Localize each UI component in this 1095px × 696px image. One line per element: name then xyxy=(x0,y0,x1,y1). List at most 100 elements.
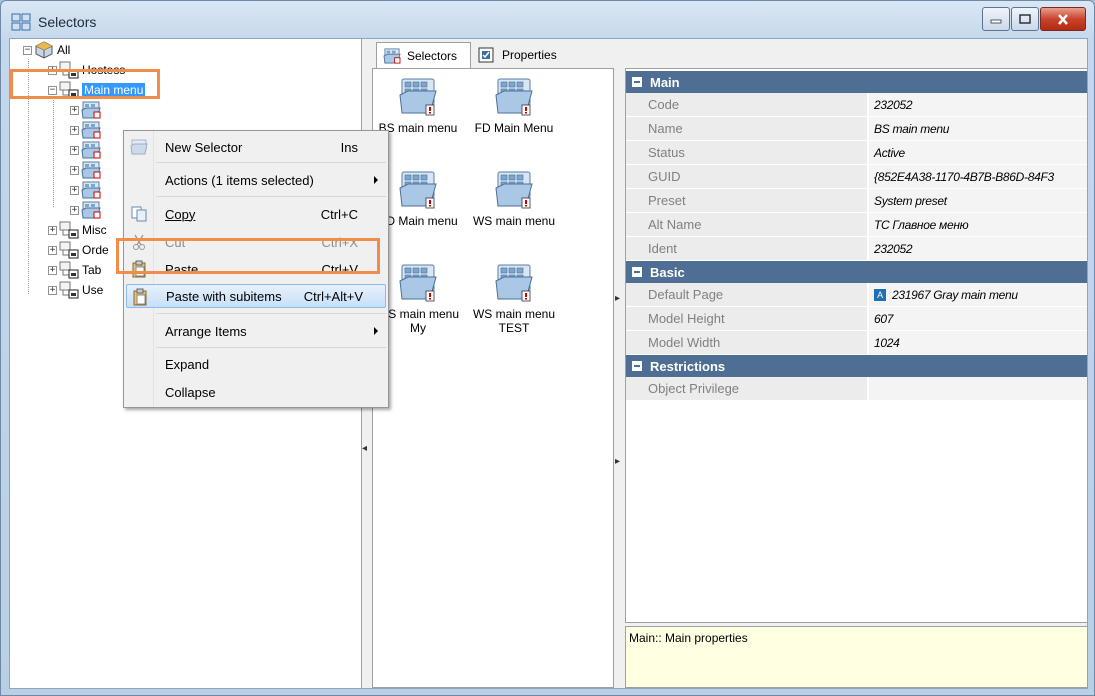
new-selector-icon xyxy=(130,139,148,155)
category-label: Basic xyxy=(650,264,685,280)
collapse-icon[interactable] xyxy=(632,267,642,277)
expand-icon[interactable]: + xyxy=(70,185,79,195)
menu-item-expand[interactable]: Expand xyxy=(126,352,386,376)
property-name: Model Height xyxy=(626,307,868,330)
property-row-guid[interactable]: GUID {852E4A38-1170-4B7B-B86D-84F3 xyxy=(626,165,1087,189)
submenu-arrow-icon xyxy=(374,176,378,184)
property-row-alt-name[interactable]: Alt Name ТС Главное меню xyxy=(626,213,1087,237)
tree-child-node[interactable]: + xyxy=(70,120,104,140)
selector-icon xyxy=(494,77,534,117)
close-button[interactable] xyxy=(1040,7,1086,31)
maximize-button[interactable] xyxy=(1011,7,1039,31)
expand-icon[interactable]: + xyxy=(70,165,79,175)
menu-item-actions[interactable]: Actions (1 items selected) xyxy=(126,168,386,192)
menu-item-new-selector[interactable]: New Selector Ins xyxy=(126,135,386,159)
expand-icon[interactable]: + xyxy=(48,245,57,255)
property-name: Model Width xyxy=(626,331,868,354)
property-value[interactable]: A 231967 Gray main menu xyxy=(869,283,1087,306)
selector-node-icon xyxy=(81,201,101,219)
property-description: Main:: Main properties xyxy=(625,626,1088,688)
category-restrictions[interactable]: Restrictions xyxy=(626,355,1087,377)
default-page-value: 231967 Gray main menu xyxy=(892,287,1018,302)
splitter-right-arrow-icon[interactable]: ▸ xyxy=(615,293,620,304)
selector-item[interactable]: FD Main Menu xyxy=(466,77,562,135)
collapse-icon[interactable] xyxy=(632,361,642,371)
tree-child-node[interactable]: + xyxy=(70,100,104,120)
window-title: Selectors xyxy=(38,14,97,30)
selector-node-icon xyxy=(81,161,101,179)
property-value[interactable]: {852E4A38-1170-4B7B-B86D-84F3 xyxy=(869,165,1087,188)
category-basic[interactable]: Basic xyxy=(626,261,1087,283)
selectors-window: Selectors − All + Hostess − Main menu + … xyxy=(0,0,1095,696)
property-value[interactable]: BS main menu xyxy=(869,117,1087,140)
collapse-icon[interactable] xyxy=(632,77,642,87)
selector-icon-view[interactable]: BS main menu FD Main Menu SD Main menu W… xyxy=(372,68,614,688)
tree-root-label: All xyxy=(57,43,71,57)
property-row-object-privilege[interactable]: Object Privilege xyxy=(626,377,1087,401)
expand-icon[interactable]: + xyxy=(48,285,57,295)
expand-icon[interactable]: + xyxy=(70,145,79,155)
category-main[interactable]: Main xyxy=(626,71,1087,93)
menu-item-arrange-items[interactable]: Arrange Items xyxy=(126,319,386,343)
splitter-left-arrow-icon[interactable]: ◂ xyxy=(362,443,367,454)
tree-item-users[interactable]: + Use xyxy=(48,280,103,300)
selector-item[interactable]: WS main menu xyxy=(466,170,562,228)
tree-child-node[interactable]: + xyxy=(70,200,104,220)
tree-item-tables[interactable]: + Tab xyxy=(48,260,101,280)
menu-item-copy[interactable]: Copy Ctrl+C xyxy=(126,202,386,226)
property-value[interactable]: 1024 xyxy=(869,331,1087,354)
properties-icon xyxy=(478,47,494,63)
property-row-name[interactable]: Name BS main menu xyxy=(626,117,1087,141)
tab-selectors[interactable]: Selectors xyxy=(376,42,471,68)
folder-node-icon xyxy=(59,221,79,239)
expand-icon[interactable]: + xyxy=(70,125,79,135)
minimize-button[interactable] xyxy=(982,7,1010,31)
tab-label: Selectors xyxy=(407,48,458,63)
restore-icon xyxy=(1019,14,1031,24)
splitter-right-arrow-icon[interactable]: ▸ xyxy=(615,456,620,467)
property-name: Object Privilege xyxy=(626,377,868,400)
selectors-icon xyxy=(383,48,401,64)
property-row-model-height[interactable]: Model Height 607 xyxy=(626,307,1087,331)
property-name: Preset xyxy=(626,189,868,212)
property-value[interactable]: ТС Главное меню xyxy=(869,213,1087,236)
tree-root[interactable]: − All xyxy=(23,40,70,60)
expand-icon[interactable]: + xyxy=(48,265,57,275)
selector-item[interactable]: BS main menu xyxy=(370,77,466,135)
tree-child-node[interactable]: + xyxy=(70,160,104,180)
selector-item-label: BS main menu xyxy=(378,121,458,135)
property-value[interactable]: 232052 xyxy=(869,93,1087,116)
selector-icon xyxy=(398,77,438,117)
right-splitter[interactable]: ▸ ▸ xyxy=(614,68,622,688)
tree-child-node[interactable]: + xyxy=(70,140,104,160)
selector-icon xyxy=(494,170,534,210)
tree-item-misc[interactable]: + Misc xyxy=(48,220,107,240)
expand-icon[interactable]: + xyxy=(48,225,57,235)
property-row-code[interactable]: Code 232052 xyxy=(626,93,1087,117)
property-row-model-width[interactable]: Model Width 1024 xyxy=(626,331,1087,355)
tab-properties[interactable]: Properties xyxy=(472,42,572,68)
selector-item-label: SD Main menu xyxy=(378,214,458,228)
menu-item-collapse[interactable]: Collapse xyxy=(126,380,386,404)
expand-icon[interactable]: + xyxy=(70,105,79,115)
collapse-icon[interactable]: − xyxy=(23,45,32,55)
selector-item[interactable]: WS main menu TEST xyxy=(466,263,562,335)
menu-item-paste-with-subitems[interactable]: Paste with subitems Ctrl+Alt+V xyxy=(126,284,386,308)
tree-item-orders[interactable]: + Orde xyxy=(48,240,109,260)
property-value[interactable]: 607 xyxy=(869,307,1087,330)
property-row-ident[interactable]: Ident 232052 xyxy=(626,237,1087,261)
menu-item-label: Paste with subitems xyxy=(166,288,282,304)
property-value[interactable]: Active xyxy=(869,141,1087,164)
property-row-status[interactable]: Status Active xyxy=(626,141,1087,165)
selector-item-label: WS main menu TEST xyxy=(472,307,556,335)
property-grid[interactable]: Main Code 232052 Name BS main menu Statu… xyxy=(625,68,1088,623)
property-value[interactable] xyxy=(869,377,1087,400)
property-value[interactable]: System preset xyxy=(869,189,1087,212)
property-value[interactable]: 232052 xyxy=(869,237,1087,260)
expand-icon[interactable]: + xyxy=(70,205,79,215)
tree-child-node[interactable]: + xyxy=(70,180,104,200)
property-row-preset[interactable]: Preset System preset xyxy=(626,189,1087,213)
page-badge-icon: A xyxy=(874,288,886,301)
property-row-default-page[interactable]: Default Page A 231967 Gray main menu xyxy=(626,283,1087,307)
client-area: − All + Hostess − Main menu + + + + + + … xyxy=(9,38,1088,689)
